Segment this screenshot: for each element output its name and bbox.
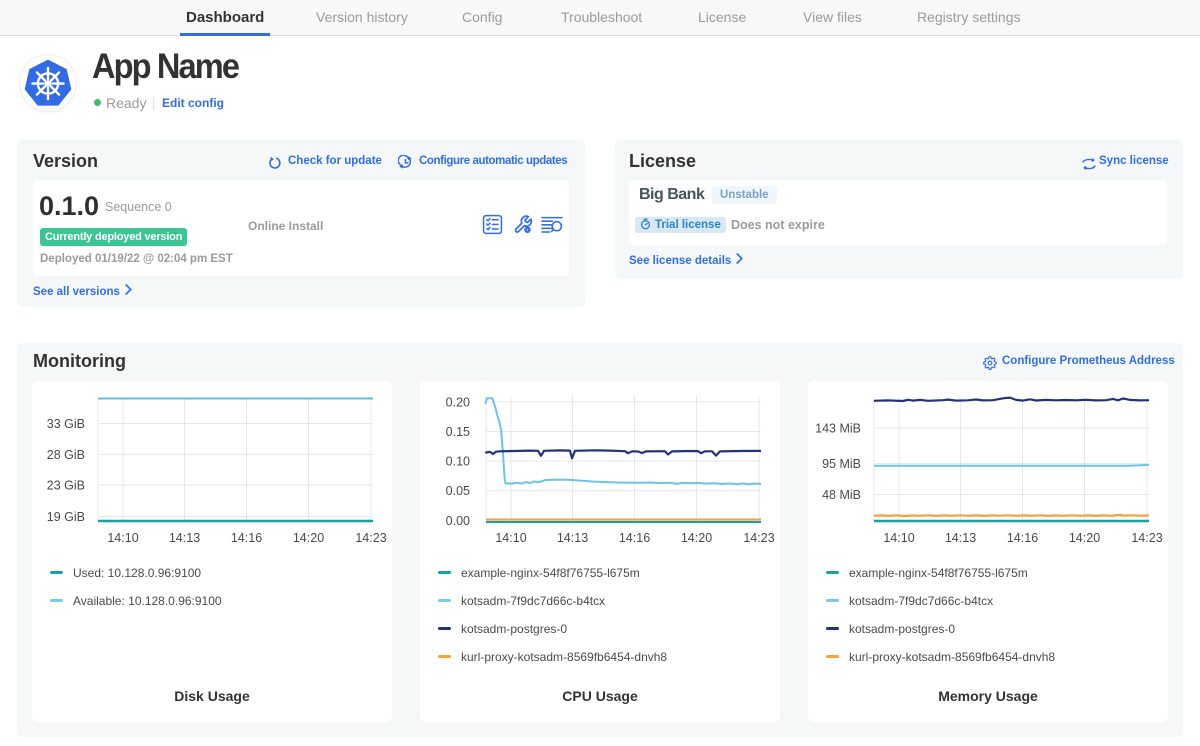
svg-text:14:10: 14:10 xyxy=(883,531,914,545)
svg-text:14:20: 14:20 xyxy=(1069,531,1100,545)
svg-text:14:10: 14:10 xyxy=(107,531,138,545)
svg-text:14:13: 14:13 xyxy=(945,531,976,545)
svg-text:0.10: 0.10 xyxy=(446,455,470,469)
svg-text:14:20: 14:20 xyxy=(681,531,712,545)
svg-text:14:23: 14:23 xyxy=(743,531,774,545)
svg-text:14:10: 14:10 xyxy=(495,531,526,545)
svg-text:14:13: 14:13 xyxy=(169,531,200,545)
svg-text:14:23: 14:23 xyxy=(1131,531,1162,545)
svg-text:143 MiB: 143 MiB xyxy=(815,422,861,436)
svg-text:14:20: 14:20 xyxy=(293,531,324,545)
svg-text:28 GiB: 28 GiB xyxy=(47,448,85,462)
svg-text:0.05: 0.05 xyxy=(446,484,470,498)
svg-text:14:16: 14:16 xyxy=(619,531,650,545)
svg-text:48 MiB: 48 MiB xyxy=(822,488,861,502)
svg-text:95 MiB: 95 MiB xyxy=(822,457,861,471)
svg-text:0.15: 0.15 xyxy=(446,425,470,439)
svg-text:33 GiB: 33 GiB xyxy=(47,417,85,431)
svg-text:14:23: 14:23 xyxy=(355,531,386,545)
svg-text:14:13: 14:13 xyxy=(557,531,588,545)
svg-text:23 GiB: 23 GiB xyxy=(47,479,85,493)
svg-text:14:16: 14:16 xyxy=(1007,531,1038,545)
svg-text:19 GiB: 19 GiB xyxy=(47,510,85,524)
svg-text:14:16: 14:16 xyxy=(231,531,262,545)
svg-text:0.00: 0.00 xyxy=(446,514,470,528)
svg-text:0.20: 0.20 xyxy=(446,395,470,409)
